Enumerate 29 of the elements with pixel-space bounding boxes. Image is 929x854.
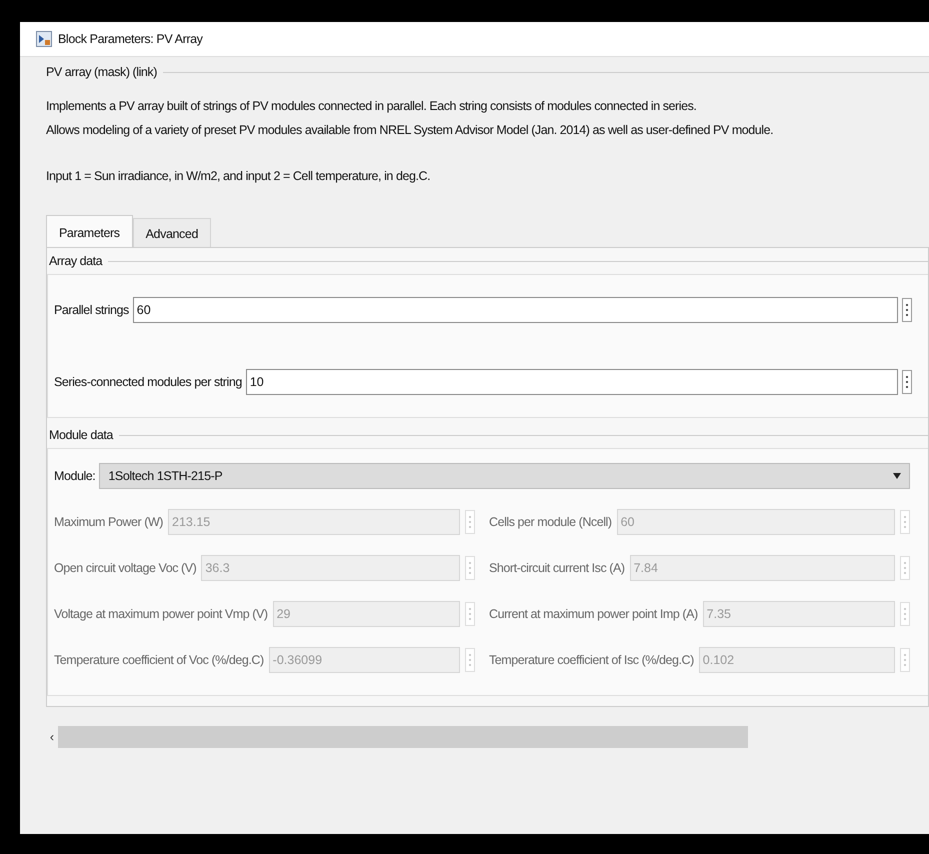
module-dropdown[interactable]: 1Soltech 1STH-215-P bbox=[99, 463, 910, 489]
field-label: Current at maximum power point Imp (A) bbox=[489, 607, 698, 621]
group-title: Module data bbox=[49, 428, 113, 442]
dropdown-arrow-icon bbox=[893, 473, 901, 479]
field-label: Parallel strings bbox=[54, 303, 129, 317]
tab[interactable]: Parameters bbox=[46, 215, 133, 247]
tab[interactable]: Advanced bbox=[132, 218, 212, 247]
field-label: Temperature coefficient of Voc (%/deg.C) bbox=[54, 653, 264, 667]
description-text: Allows modeling of a variety of preset PV modules available from NREL System Advisor Model (Jan. 2014) as well as user-defined PV module. bbox=[46, 123, 774, 137]
more-options-button[interactable] bbox=[902, 298, 912, 322]
field-label: Module: bbox=[54, 469, 96, 483]
scrollbar-thumb[interactable] bbox=[58, 726, 748, 748]
field-label: Voltage at maximum power point Vmp (V) bbox=[54, 607, 268, 621]
field-label: Open circuit voltage Voc (V) bbox=[54, 561, 196, 575]
input-field[interactable]: 60 bbox=[132, 297, 898, 323]
field-label: Cells per module (Ncell) bbox=[489, 515, 612, 529]
field-label: Maximum Power (W) bbox=[54, 515, 164, 529]
block-icon bbox=[36, 31, 52, 47]
field-label: Temperature coefficient of Isc (%/deg.C) bbox=[489, 653, 694, 667]
input-field[interactable]: 10 bbox=[246, 369, 898, 395]
field-label: Short-circuit current Isc (A) bbox=[489, 561, 625, 575]
description-text: Implements a PV array built of strings of PV modules connected in parallel. Each string consists of modules connected in series. bbox=[46, 99, 698, 113]
group-title: Array data bbox=[49, 254, 102, 268]
mask-title: PV array (mask) (link) bbox=[46, 65, 157, 79]
description-text: Input 1 = Sun irradiance, in W/m2, and input 2 = Cell temperature, in deg.C. bbox=[46, 169, 432, 183]
scroll-left-button[interactable]: ‹ bbox=[46, 725, 58, 749]
field-label: Series-connected modules per string bbox=[54, 375, 242, 389]
more-options-button[interactable] bbox=[902, 370, 912, 394]
window-title: Block Parameters: PV Array bbox=[58, 32, 203, 46]
